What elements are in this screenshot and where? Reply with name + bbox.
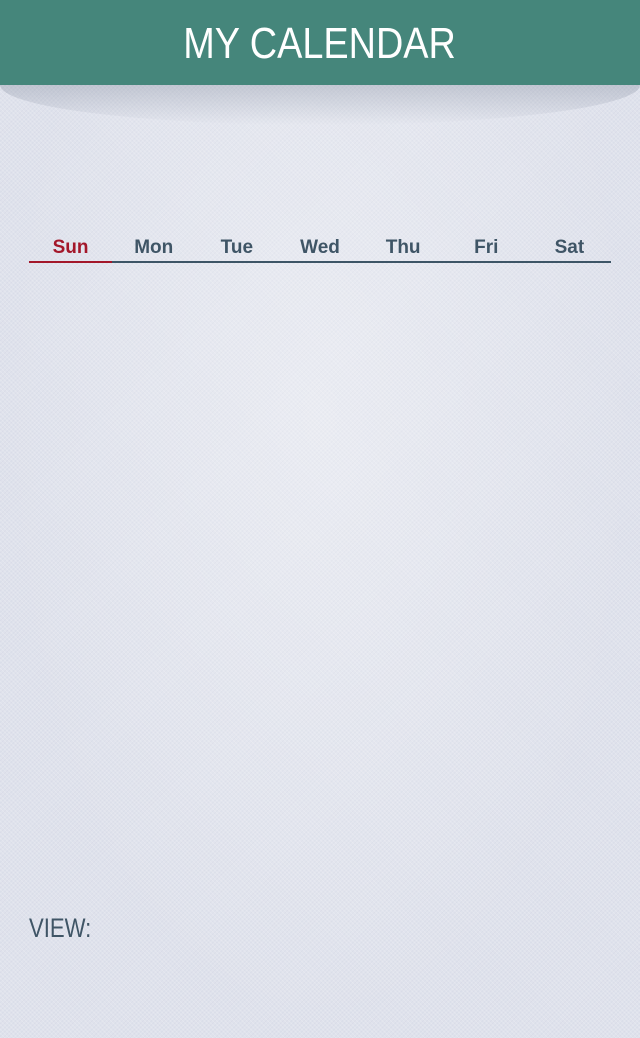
tab-thu[interactable]: Thu — [362, 236, 445, 261]
weekday-tabs: Sun Mon Tue Wed Thu Fri Sat — [29, 236, 611, 263]
page-title: MY CALENDAR — [183, 18, 457, 68]
tab-sat[interactable]: Sat — [528, 236, 611, 261]
tab-wed[interactable]: Wed — [278, 236, 361, 261]
tab-tue[interactable]: Tue — [195, 236, 278, 261]
view-label: VIEW: — [29, 913, 92, 943]
header-shadow — [0, 85, 640, 125]
tab-fri[interactable]: Fri — [445, 236, 528, 261]
app-header: MY CALENDAR — [0, 0, 640, 85]
tab-sun[interactable]: Sun — [29, 236, 113, 263]
tab-mon[interactable]: Mon — [112, 236, 195, 261]
